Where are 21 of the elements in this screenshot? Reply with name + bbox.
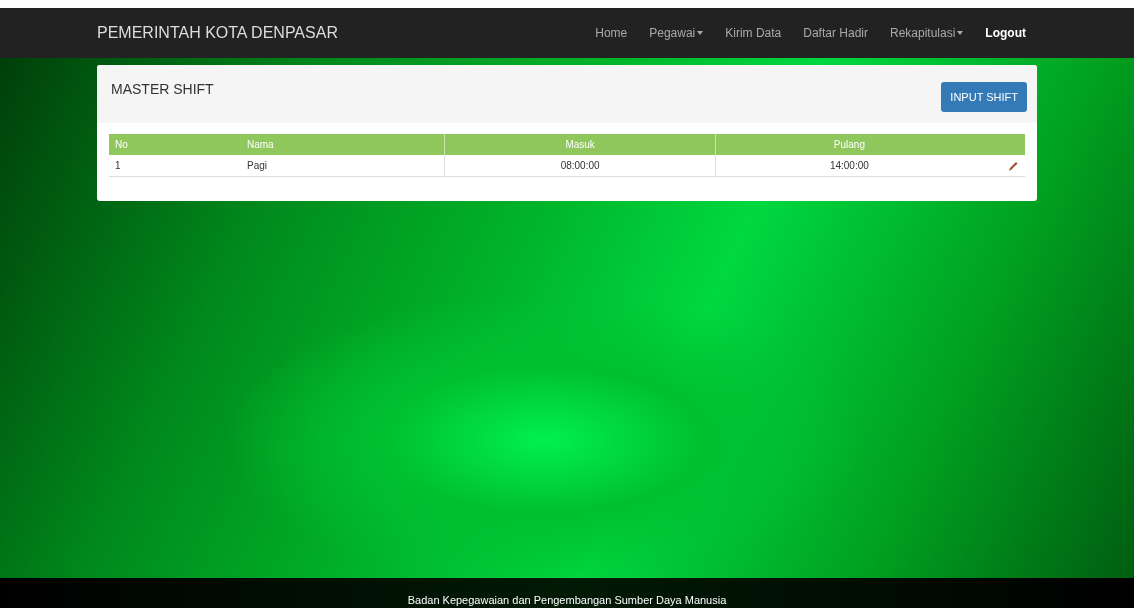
nav-link[interactable]: Rekapitulasi <box>878 23 975 43</box>
table-cell: 1 <box>109 155 241 177</box>
table-cell: Pagi <box>241 155 445 177</box>
column-header: Pulang <box>715 134 983 155</box>
nav-link[interactable]: Kirim Data <box>714 23 793 43</box>
column-header: Nama <box>241 134 445 155</box>
pencil-icon[interactable] <box>1007 159 1019 172</box>
panel-title: MASTER SHIFT <box>111 81 214 97</box>
table-cell: 08:00:00 <box>444 155 716 177</box>
footer-text: Badan Kepegawaian dan Pengembangan Sumber Daya Manusia <box>407 594 727 606</box>
table-cell: 14:00:00 <box>715 155 983 177</box>
caret-icon <box>697 31 704 35</box>
nav-link[interactable]: Home <box>584 23 639 43</box>
column-header: No <box>109 134 241 155</box>
nav-link[interactable]: Logout <box>974 23 1037 43</box>
nav-link[interactable]: Daftar Hadir <box>792 23 879 43</box>
column-header: Masuk <box>444 134 716 155</box>
input-shift-button[interactable]: INPUT SHIFT <box>941 82 1027 112</box>
brand-title: PEMERINTAH KOTA DENPASAR <box>97 24 338 42</box>
caret-icon <box>957 31 964 35</box>
nav-link[interactable]: Pegawai <box>638 23 715 43</box>
